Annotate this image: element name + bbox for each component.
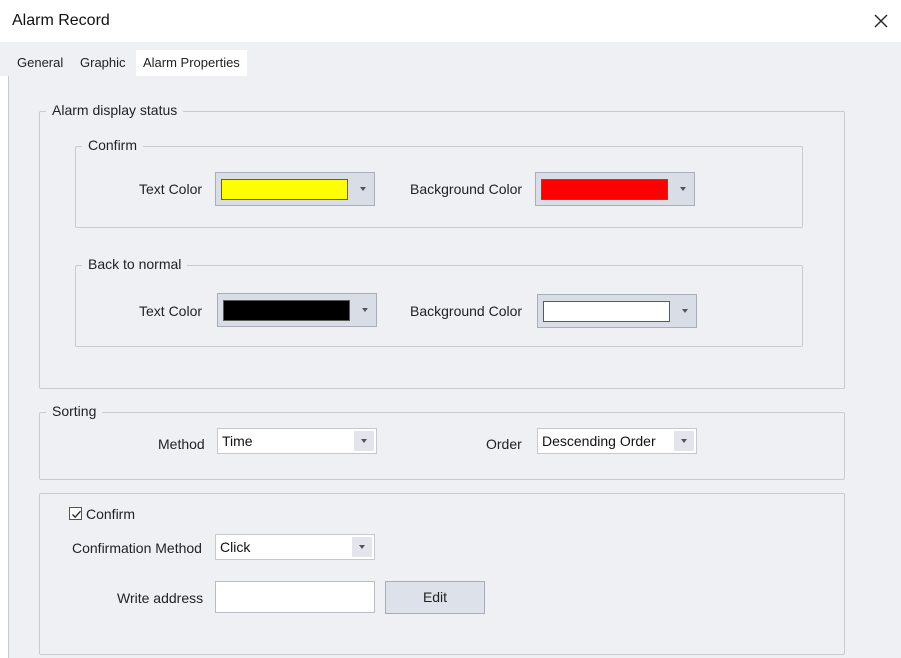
chevron-down-icon xyxy=(359,545,365,549)
chevron-down-icon xyxy=(680,187,686,191)
alarm-record-dialog: Alarm Record General Graphic Alarm Prope… xyxy=(0,0,901,658)
dialog-title: Alarm Record xyxy=(12,12,110,29)
confirm-color-group: Confirm Text Color Background Color xyxy=(75,137,803,228)
check-icon xyxy=(72,510,81,519)
confirmation-method-select[interactable]: Click xyxy=(215,534,375,560)
normal-background-color-swatch xyxy=(543,301,670,322)
confirmation-method-value: Click xyxy=(220,539,251,555)
sorting-method-value: Time xyxy=(222,433,253,449)
normal-background-color-label: Background Color xyxy=(410,303,523,319)
confirm-background-color-label: Background Color xyxy=(410,181,523,197)
alarm-display-status-title: Alarm display status xyxy=(46,102,184,118)
back-to-normal-title: Back to normal xyxy=(82,256,188,272)
tab-general[interactable]: General xyxy=(11,52,69,76)
alarm-display-status-group: Alarm display status Confirm Text Color … xyxy=(39,102,845,389)
confirmation-method-label: Confirmation Method xyxy=(72,540,202,556)
sorting-method-dropdown-button[interactable] xyxy=(354,431,374,451)
alarm-properties-panel: Alarm display status Confirm Text Color … xyxy=(8,76,901,658)
normal-text-color-swatch xyxy=(223,300,350,321)
chevron-down-icon xyxy=(361,439,367,443)
confirm-text-color-swatch xyxy=(221,179,348,200)
normal-text-color-label: Text Color xyxy=(139,303,203,319)
confirm-text-color-label: Text Color xyxy=(139,181,203,197)
chevron-down-icon xyxy=(682,309,688,313)
close-button[interactable] xyxy=(866,6,896,36)
title-bar: Alarm Record xyxy=(0,0,901,42)
confirmation-method-dropdown-button[interactable] xyxy=(352,537,372,557)
normal-text-color-picker[interactable] xyxy=(217,293,377,327)
sorting-order-dropdown-button[interactable] xyxy=(674,431,694,451)
tab-graphic[interactable]: Graphic xyxy=(74,52,132,76)
chevron-down-icon xyxy=(360,187,366,191)
back-to-normal-color-group: Back to normal Text Color Background Col… xyxy=(75,256,803,347)
edit-button[interactable]: Edit xyxy=(385,581,485,614)
confirm-background-color-picker[interactable] xyxy=(535,172,695,206)
confirm-settings-group: Confirm Confirmation Method Click Write … xyxy=(39,493,845,655)
confirm-checkbox[interactable] xyxy=(69,507,82,520)
sorting-method-select[interactable]: Time xyxy=(217,428,377,454)
sorting-order-select[interactable]: Descending Order xyxy=(537,428,697,454)
write-address-input[interactable] xyxy=(215,581,375,613)
tab-alarm-properties[interactable]: Alarm Properties xyxy=(136,50,247,76)
chevron-down-icon xyxy=(362,308,368,312)
normal-background-color-picker[interactable] xyxy=(537,294,697,328)
chevron-down-icon xyxy=(681,439,687,443)
sorting-method-label: Method xyxy=(158,436,205,452)
confirm-text-color-picker[interactable] xyxy=(215,172,375,206)
sorting-order-value: Descending Order xyxy=(542,433,656,449)
write-address-label: Write address xyxy=(117,590,204,606)
confirm-color-title: Confirm xyxy=(82,137,144,153)
close-icon xyxy=(874,14,888,28)
tab-strip: General Graphic Alarm Properties xyxy=(0,42,901,76)
sorting-order-label: Order xyxy=(486,436,522,452)
sorting-title: Sorting xyxy=(46,403,103,419)
confirm-background-color-swatch xyxy=(541,179,668,200)
sorting-group: Sorting Method Time Order Descending Ord… xyxy=(39,403,845,480)
confirm-checkbox-label[interactable]: Confirm xyxy=(86,506,135,522)
